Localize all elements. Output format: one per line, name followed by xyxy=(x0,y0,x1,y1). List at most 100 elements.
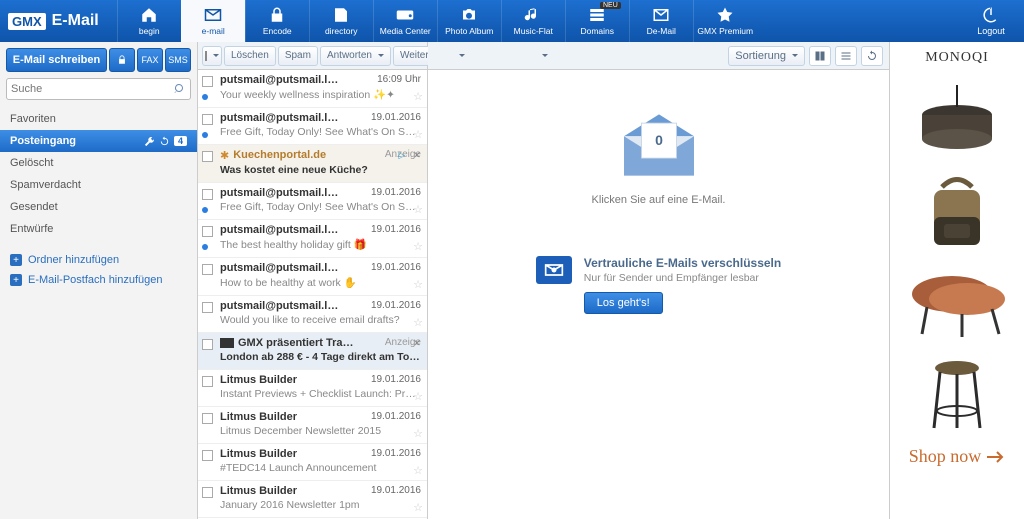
star-icon[interactable]: ☆ xyxy=(413,427,423,440)
close-ad-icon[interactable]: ✕ xyxy=(411,337,423,349)
shop-now-link[interactable]: Shop now xyxy=(909,446,1006,467)
nav-label: e-mail xyxy=(202,26,225,36)
wrench-icon xyxy=(144,136,155,147)
folder-drafts[interactable]: Entwürfe xyxy=(0,218,197,240)
plus-icon: + xyxy=(10,254,22,266)
nav-email[interactable]: e-mail xyxy=(181,0,245,42)
folder-sent[interactable]: Gesendet xyxy=(0,196,197,218)
star-icon[interactable]: ☆ xyxy=(413,278,423,291)
delete-button[interactable]: Löschen xyxy=(224,46,276,66)
message-row[interactable]: Litmus Builder19.01.2016☆January 2016 Ne… xyxy=(198,481,427,518)
demail-icon xyxy=(652,6,670,24)
nav-domains[interactable]: NEUDomains xyxy=(565,0,629,42)
reply-button[interactable]: Antworten xyxy=(320,46,391,66)
ad-item-table[interactable] xyxy=(894,258,1020,350)
message-checkbox[interactable] xyxy=(202,339,213,350)
add-mailbox-link[interactable]: +E-Mail-Postfach hinzufügen xyxy=(0,270,197,290)
compose-lock-button[interactable] xyxy=(109,48,135,72)
unread-dot xyxy=(202,207,208,213)
message-checkbox[interactable] xyxy=(202,76,213,87)
nav-demail[interactable]: De-Mail xyxy=(629,0,693,42)
message-subject: Was kostet eine neue Küche? xyxy=(220,164,421,176)
message-row[interactable]: Litmus Builder 19.01.2016 ☆#TEDC14 Launch … xyxy=(198,444,427,481)
compose-fax-button[interactable]: FAX xyxy=(137,48,163,72)
folder-spam[interactable]: Spamverdacht xyxy=(0,174,197,196)
ad-item-lamp[interactable] xyxy=(894,74,1020,166)
layout-list-button[interactable] xyxy=(835,46,857,66)
folder-inbox[interactable]: Posteingang 4 xyxy=(0,130,197,152)
search-field[interactable] xyxy=(6,78,191,100)
nav-directory[interactable]: directory xyxy=(309,0,373,42)
message-subject: January 2016 Newsletter 1pm xyxy=(220,499,421,511)
logout-button[interactable]: Logout xyxy=(966,6,1016,36)
message-subject: Free Gift, Today Only! See What's On Sal… xyxy=(220,201,421,213)
folder-deleted[interactable]: Gelöscht xyxy=(0,152,197,174)
ad-item-backpack[interactable] xyxy=(894,166,1020,258)
message-from: Litmus Builder xyxy=(220,448,297,460)
select-all-checkbox[interactable] xyxy=(202,46,222,66)
message-row[interactable]: ✱Kuechenportal.deAnzeige▷✕Was kostet ein… xyxy=(198,145,427,183)
message-row[interactable]: putsmail@putsmail.lit…19.01.2016☆The bes… xyxy=(198,220,427,258)
message-list[interactable]: putsmail@putsmail.lit…16:09 Uhr☆Your wee… xyxy=(198,70,427,519)
message-row[interactable]: Litmus Builder19.01.2016☆Instant Preview… xyxy=(198,370,427,407)
adchoices-icon[interactable]: ▷ xyxy=(396,149,408,161)
musicflat-icon xyxy=(524,6,542,24)
compose-button[interactable]: E-Mail schreiben xyxy=(6,48,107,72)
message-row[interactable]: putsmail@putsmail.lit…16:09 Uhr☆Your wee… xyxy=(198,70,427,108)
star-icon[interactable]: ☆ xyxy=(413,240,423,253)
nav-begin[interactable]: begin xyxy=(117,0,181,42)
message-checkbox[interactable] xyxy=(202,226,213,237)
brand-logo: GMX E-Mail xyxy=(8,12,99,30)
nav-premium[interactable]: GMX Premium xyxy=(693,0,757,42)
message-checkbox[interactable] xyxy=(202,114,213,125)
message-row[interactable]: putsmail@putsmail.litmus…19.01.2016☆Woul… xyxy=(198,296,427,333)
message-row[interactable]: putsmail@putsmail.litmus…19.01.2016☆How … xyxy=(198,258,427,296)
nav-photoalbum[interactable]: Photo Album xyxy=(437,0,501,42)
message-checkbox[interactable] xyxy=(202,302,213,313)
message-checkbox[interactable] xyxy=(202,264,213,275)
message-row[interactable]: Litmus Builder19.01.2016☆Litmus December… xyxy=(198,407,427,444)
star-icon[interactable]: ☆ xyxy=(413,90,423,103)
close-ad-icon[interactable]: ✕ xyxy=(411,149,423,161)
message-checkbox[interactable] xyxy=(202,487,213,498)
message-checkbox[interactable] xyxy=(202,376,213,387)
layout-split-button[interactable] xyxy=(809,46,831,66)
nav-mediacenter[interactable]: Media Center xyxy=(373,0,437,42)
spam-button[interactable]: Spam xyxy=(278,46,318,66)
message-from: putsmail@putsmail.lit… xyxy=(220,224,340,236)
begin-icon xyxy=(140,6,158,24)
search-input[interactable] xyxy=(11,83,174,95)
nav-encode[interactable]: Encode xyxy=(245,0,309,42)
message-subject: #TEDC14 Launch Announcement xyxy=(220,462,421,474)
message-checkbox[interactable] xyxy=(202,189,213,200)
promo-cta-button[interactable]: Los geht's! xyxy=(584,292,663,314)
nav-musicflat[interactable]: Music-Flat xyxy=(501,0,565,42)
message-date: 19.01.2016 xyxy=(371,485,421,496)
folder-favorites[interactable]: Favoriten xyxy=(0,108,197,130)
search-icon xyxy=(174,83,186,95)
message-checkbox[interactable] xyxy=(202,413,213,424)
unread-dot xyxy=(202,132,208,138)
message-date: 19.01.2016 xyxy=(371,411,421,422)
plus-icon: + xyxy=(10,274,22,286)
star-icon[interactable]: ☆ xyxy=(413,390,423,403)
message-from: Litmus Builder xyxy=(220,374,297,386)
star-icon[interactable]: ☆ xyxy=(413,501,423,514)
star-icon[interactable]: ☆ xyxy=(413,203,423,216)
message-checkbox[interactable] xyxy=(202,151,213,162)
star-icon[interactable]: ☆ xyxy=(413,128,423,141)
sort-button[interactable]: Sortierung xyxy=(728,46,805,66)
nav-label: Media Center xyxy=(380,26,431,36)
message-date: 19.01.2016 xyxy=(371,448,421,459)
add-folder-link[interactable]: +Ordner hinzufügen xyxy=(0,250,197,270)
star-icon[interactable]: ☆ xyxy=(413,464,423,477)
nav-label: begin xyxy=(139,26,160,36)
compose-sms-button[interactable]: SMS xyxy=(165,48,191,72)
message-row[interactable]: GMX präsentiert Travel…Anzeige✕London ab… xyxy=(198,333,427,370)
refresh-button[interactable] xyxy=(861,46,883,66)
message-row[interactable]: putsmail@putsmail.lit…19.01.2016☆Free Gi… xyxy=(198,108,427,145)
star-icon[interactable]: ☆ xyxy=(413,316,423,329)
message-checkbox[interactable] xyxy=(202,450,213,461)
ad-item-stool[interactable] xyxy=(894,350,1020,442)
message-row[interactable]: putsmail@putsmail.lit…19.01.2016☆Free Gi… xyxy=(198,183,427,220)
